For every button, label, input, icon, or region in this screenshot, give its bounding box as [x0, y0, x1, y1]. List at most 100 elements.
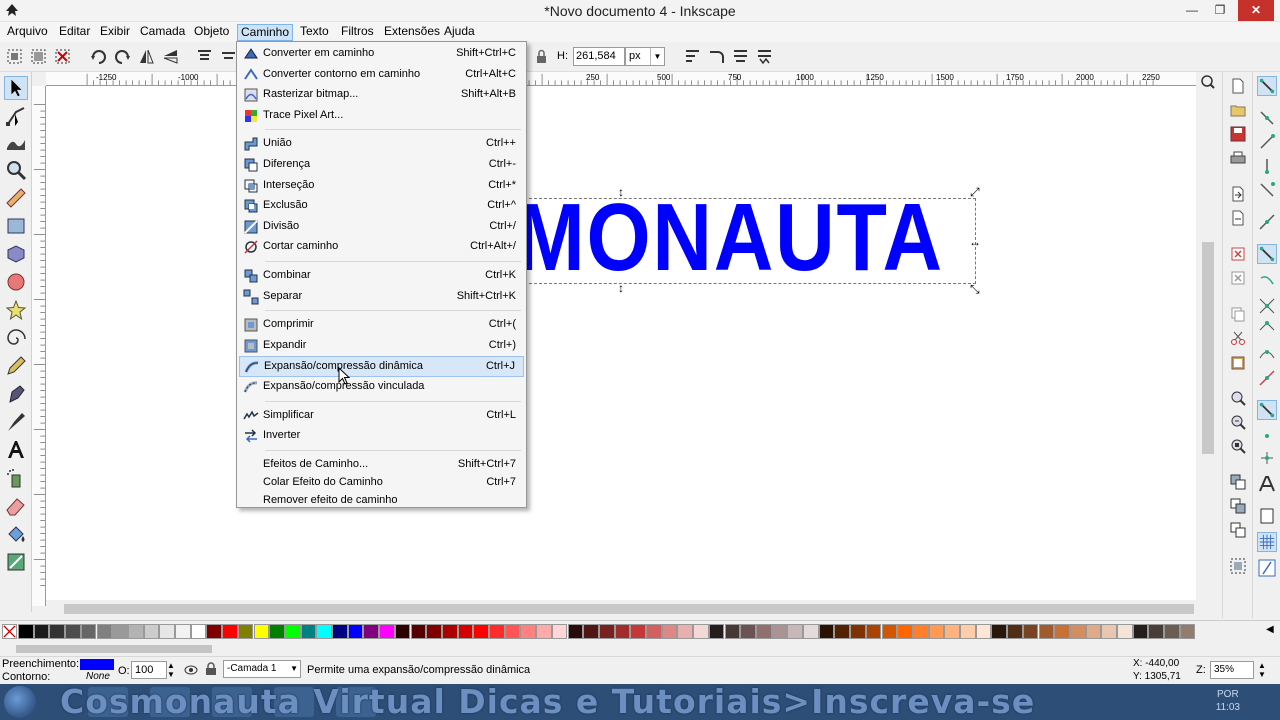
pen-tool-icon[interactable] [4, 382, 28, 406]
menu-texto[interactable]: Texto [297, 24, 332, 41]
resize-handle-right-icon[interactable]: ↔ [969, 236, 981, 248]
no-paint-swatch-icon[interactable] [2, 624, 17, 639]
palette-scrollbar[interactable] [0, 642, 1280, 656]
unlink-clone-icon[interactable] [1230, 522, 1246, 538]
open-folder-icon[interactable] [1230, 102, 1246, 118]
menu-objeto[interactable]: Objeto [191, 24, 232, 41]
menu-item-inverter[interactable]: Inverter [239, 426, 524, 447]
deselect-icon[interactable] [54, 48, 71, 65]
color-swatch[interactable] [410, 624, 427, 639]
box3d-tool-icon[interactable] [4, 242, 28, 266]
menu-item-comprimir[interactable]: Comprimir Ctrl+( [239, 315, 524, 336]
menu-editar[interactable]: Editar [56, 24, 93, 41]
color-swatch[interactable] [912, 624, 929, 639]
export-icon[interactable] [1230, 210, 1246, 226]
spray-tool-icon[interactable] [4, 466, 28, 490]
spin-arrows-icon[interactable]: ▲ ▼ [1258, 661, 1266, 679]
color-swatch[interactable] [190, 624, 207, 639]
group-icon[interactable] [1230, 558, 1246, 574]
resize-handle-corner-icon[interactable]: ⤡ [970, 283, 980, 295]
node-tool-icon[interactable] [4, 104, 28, 128]
color-swatch[interactable] [536, 624, 552, 639]
color-swatch[interactable] [960, 624, 976, 639]
raise-icon[interactable] [220, 48, 237, 65]
menu-item-separar[interactable]: Separar Shift+Ctrl+K [239, 287, 524, 308]
paint-bucket-tool-icon[interactable] [4, 522, 28, 546]
menu-item-efeitos-de-caminho[interactable]: Efeitos de Caminho... Shift+Ctrl+7 [239, 455, 524, 473]
menu-extensoes[interactable]: Extensões [381, 24, 443, 41]
snap-bbox-midpoint-icon[interactable] [1257, 180, 1277, 200]
color-swatch[interactable] [1054, 624, 1070, 639]
menu-item-diferenca[interactable]: Diferença Ctrl+- [239, 155, 524, 176]
color-swatch[interactable] [284, 624, 301, 639]
maximize-button[interactable]: ❐ [1206, 0, 1234, 21]
resize-handle-corner-icon[interactable]: ⤢ [970, 186, 980, 198]
fill-swatch[interactable] [80, 659, 114, 670]
lock-icon[interactable] [205, 662, 217, 676]
scrollbar-thumb[interactable] [64, 604, 1194, 614]
menu-item-converter-em-caminho[interactable]: Converter em caminho Shift+Ctrl+C [239, 44, 524, 65]
color-swatch[interactable] [65, 624, 81, 639]
save-icon[interactable] [1230, 126, 1246, 142]
transform-gradients-icon[interactable] [732, 48, 749, 65]
color-swatch[interactable] [347, 624, 364, 639]
color-swatch[interactable] [944, 624, 960, 639]
menu-item-divisao[interactable]: Divisão Ctrl+/ [239, 217, 524, 238]
color-swatch[interactable] [661, 624, 678, 639]
stroke-value[interactable]: None [86, 671, 110, 682]
color-swatch[interactable] [583, 624, 599, 639]
calligraphy-tool-icon[interactable] [4, 410, 28, 434]
snap-text-baseline-icon[interactable] [1257, 474, 1277, 494]
color-swatch[interactable] [175, 624, 191, 639]
drawing-canvas[interactable]: MONAUTA ↕ ↕ ⤢ ↔ ⤡ [46, 86, 1196, 600]
snap-object-centers-icon[interactable] [1257, 426, 1277, 446]
snap-path-intersections-icon[interactable] [1257, 296, 1277, 316]
rotate-cw-icon[interactable] [114, 48, 131, 65]
text-tool-icon[interactable] [4, 438, 28, 462]
zoom-tool-icon[interactable] [4, 158, 28, 182]
color-swatch[interactable] [677, 624, 694, 639]
menu-item-trace-pixel-art[interactable]: Trace Pixel Art... [239, 106, 524, 127]
snap-bbox-center-icon[interactable] [1257, 212, 1277, 232]
color-swatch[interactable] [316, 624, 332, 639]
menu-caminho[interactable]: Caminho [237, 24, 294, 41]
color-swatch[interactable] [379, 624, 395, 639]
select-all-layers-icon[interactable] [30, 48, 47, 65]
color-swatch[interactable] [818, 624, 835, 639]
color-swatch[interactable] [881, 624, 898, 639]
menu-item-expansao-compressao-vinculada[interactable]: Expansão/compressão vinculada [239, 377, 524, 398]
eraser-tool-icon[interactable] [4, 494, 28, 518]
tweak-tool-icon[interactable] [4, 130, 28, 154]
color-swatch[interactable] [1022, 624, 1039, 639]
star-tool-icon[interactable] [4, 298, 28, 322]
color-swatch[interactable] [598, 624, 615, 639]
height-input[interactable]: 261,584 [573, 47, 625, 66]
minimize-button[interactable]: — [1178, 0, 1206, 21]
duplicate-icon[interactable] [1230, 474, 1246, 490]
cut-icon[interactable] [1230, 330, 1246, 346]
menu-item-rasterizar-bitmap[interactable]: Rasterizar bitmap... Shift+Alt+B [239, 85, 524, 106]
color-swatch[interactable] [724, 624, 741, 639]
menu-item-simplificar[interactable]: Simplificar Ctrl+L [239, 406, 524, 427]
eye-icon[interactable] [184, 664, 198, 676]
import-icon[interactable] [1230, 186, 1246, 202]
color-swatch[interactable] [646, 624, 662, 639]
menu-exibir[interactable]: Exibir [97, 24, 133, 41]
snap-paths-icon[interactable] [1257, 272, 1277, 292]
color-swatch[interactable] [740, 624, 756, 639]
color-swatch[interactable] [18, 624, 34, 639]
menu-item-expansao-compressao-dinamica[interactable]: Expansão/compressão dinâmica Ctrl+J [239, 356, 524, 377]
ellipse-tool-icon[interactable] [4, 270, 28, 294]
color-swatch[interactable] [850, 624, 866, 639]
snap-line-midpoints-icon[interactable] [1257, 368, 1277, 388]
color-swatch[interactable] [143, 624, 160, 639]
scrollbar-thumb[interactable] [16, 645, 212, 653]
color-swatch[interactable] [237, 624, 254, 639]
color-swatch[interactable] [269, 624, 285, 639]
snap-grids-icon[interactable] [1257, 532, 1277, 552]
color-swatch[interactable] [489, 624, 505, 639]
redo-icon[interactable] [1230, 270, 1246, 286]
color-swatch[interactable] [771, 624, 788, 639]
transform-patterns-icon[interactable] [756, 48, 773, 65]
undo-icon[interactable] [1230, 246, 1246, 262]
